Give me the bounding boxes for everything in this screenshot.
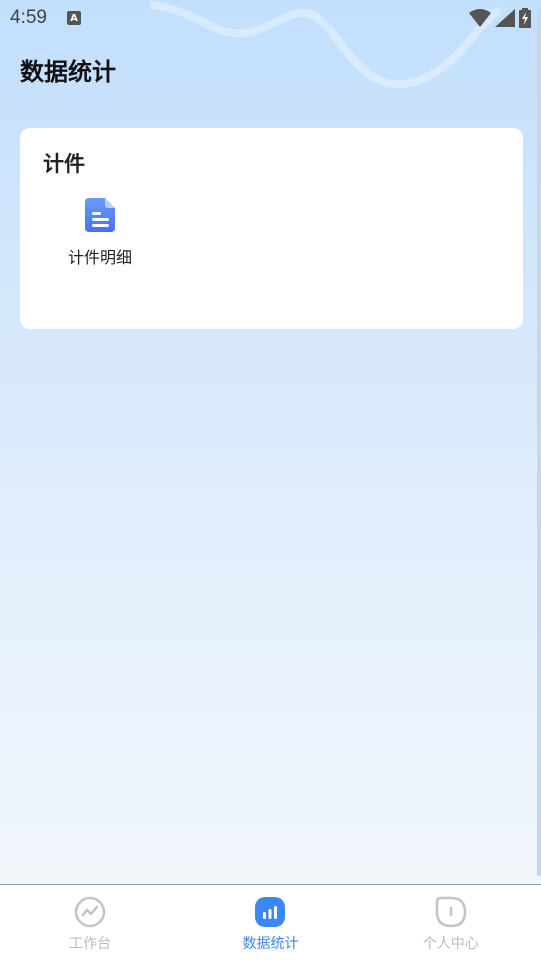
battery-charging-icon	[519, 8, 531, 28]
bar-chart-icon	[255, 897, 286, 927]
nav-label-statistics: 数据统计	[242, 936, 299, 952]
status-bar: 4:59 A	[0, 0, 541, 36]
card-title: 计件	[43, 152, 85, 176]
status-time: 4:59	[10, 7, 47, 28]
piecework-card: 计件 计件明细	[20, 128, 523, 329]
bottom-nav: 工作台 数据统计 个人中心	[0, 884, 541, 961]
accessibility-indicator-icon: A	[66, 11, 81, 25]
nav-item-statistics[interactable]: 数据统计	[180, 885, 360, 961]
nav-label-workbench: 工作台	[69, 936, 112, 952]
page-title: 数据统计	[20, 58, 116, 86]
signal-icon	[495, 9, 515, 27]
nav-label-profile: 个人中心	[422, 936, 479, 952]
nav-item-workbench[interactable]: 工作台	[0, 885, 180, 961]
wifi-icon	[469, 9, 491, 27]
scrollbar[interactable]	[537, 8, 541, 876]
person-icon	[435, 896, 467, 928]
document-icon	[85, 198, 115, 232]
nav-item-profile[interactable]: 个人中心	[361, 885, 541, 961]
trend-icon	[74, 896, 106, 928]
piecework-detail-item[interactable]: 计件明细	[56, 196, 144, 268]
status-icons	[469, 8, 531, 28]
piecework-detail-label: 计件明细	[67, 248, 132, 267]
